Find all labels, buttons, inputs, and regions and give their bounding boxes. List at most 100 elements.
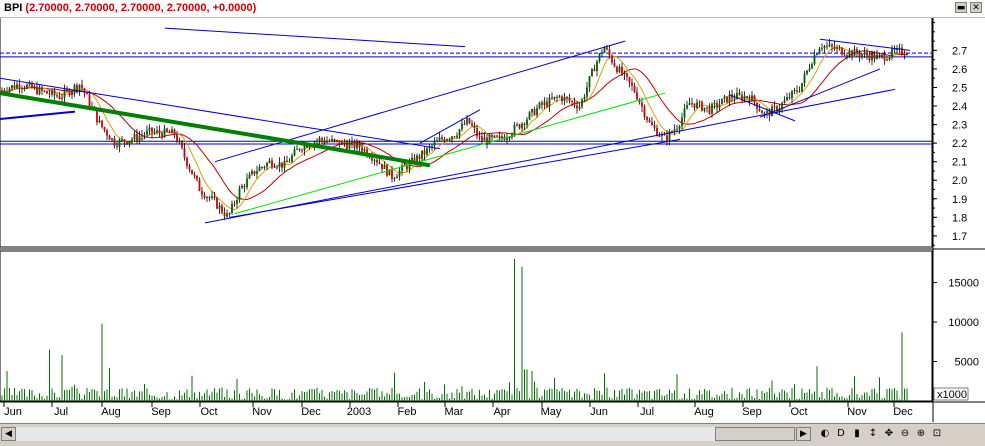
date-tick-label: May (541, 406, 562, 418)
candle-body (873, 53, 876, 60)
candle-body (458, 129, 461, 136)
candle-body (483, 137, 486, 141)
price-tick-label: 2.5 (952, 82, 967, 94)
candle-body (763, 113, 766, 115)
pan-vertical-icon[interactable]: ↕ (866, 427, 880, 441)
candle-body (341, 141, 343, 146)
close-button[interactable]: ✕ (970, 2, 982, 13)
candle-body (813, 54, 816, 65)
candle-body (271, 160, 273, 167)
candle-body (336, 139, 338, 141)
candle-body (36, 86, 38, 94)
candle-body (628, 76, 631, 83)
candle-body (83, 88, 86, 94)
zoom-reset-icon[interactable]: ◐ (818, 427, 832, 441)
pan-all-icon[interactable]: ✥ (882, 427, 896, 441)
candle-body (18, 84, 21, 89)
candle-body (66, 89, 68, 91)
candle-body (523, 123, 526, 126)
candle-body (253, 171, 256, 174)
candle-body (653, 125, 656, 128)
daily-period-icon[interactable]: D (834, 427, 848, 441)
candle-body (683, 108, 686, 118)
candle-body (321, 138, 323, 141)
candle-body (203, 194, 206, 198)
date-tick-label: Jul (640, 406, 654, 418)
candle-body (446, 139, 448, 142)
candle-body (16, 84, 18, 89)
candle-body (808, 68, 811, 71)
candle-body (718, 104, 721, 108)
candle-body (883, 54, 886, 61)
candle-body (51, 90, 53, 95)
candle-body (558, 96, 561, 98)
zoom-out-icon[interactable]: ⊖ (898, 427, 912, 441)
candle-body (858, 53, 861, 57)
price-tick-label: 2.7 (952, 45, 967, 57)
scroll-left-button[interactable]: ◀ (1, 427, 16, 441)
candle-body (601, 52, 603, 54)
candle-body (708, 106, 711, 114)
candle-body (581, 99, 583, 107)
candle-body (853, 49, 856, 57)
candle-body (356, 142, 358, 149)
candle-body (591, 68, 593, 77)
date-tick-label: Jun (4, 406, 22, 418)
chart-type-icon[interactable]: ▮ (850, 427, 864, 441)
candle-body (536, 108, 538, 116)
candle-body (751, 95, 753, 102)
candle-body (533, 109, 536, 116)
candle-body (318, 138, 321, 141)
candle-body (438, 137, 441, 141)
candle-body (563, 96, 566, 102)
chart-canvas: 1.7 1.8 1.9 2.0 2.1 2.2 2.3 2.4 2.5 2.6 2.7 5000 100… (0, 16, 985, 422)
candle-body (328, 141, 331, 143)
candle-body (871, 53, 873, 61)
candle-body (723, 96, 726, 99)
candle-body (206, 196, 208, 198)
candle-body (141, 135, 143, 137)
candle-body (481, 136, 483, 141)
candle-body (816, 54, 818, 56)
candle-body (223, 212, 226, 217)
candle-body (773, 106, 776, 108)
date-tick-label: 2003 (347, 406, 371, 418)
candle-body (256, 171, 258, 174)
candle-body (273, 166, 276, 168)
candle-body (491, 134, 493, 137)
lock-icon[interactable]: ⊡ (930, 427, 944, 441)
candle-body (633, 85, 636, 92)
candle-body (118, 139, 121, 148)
candle-body (263, 166, 266, 168)
candle-body (906, 54, 908, 56)
candle-body (386, 164, 388, 176)
candle-body (128, 141, 131, 145)
candle-body (81, 84, 83, 89)
candle-body (631, 82, 633, 86)
scroll-thumb[interactable] (715, 427, 795, 441)
candle-body (11, 85, 13, 89)
candle-body (748, 98, 751, 102)
candle-body (158, 130, 161, 134)
candle-body (423, 150, 426, 155)
candle-body (443, 138, 446, 142)
volume-tick-label: 5000 (955, 357, 979, 369)
scroll-right-button[interactable]: ▶ (796, 427, 811, 441)
candle-body (131, 139, 133, 142)
candle-body (358, 142, 361, 148)
date-tick-label: Jun (590, 406, 608, 418)
zoom-in-icon[interactable]: ⊕ (914, 427, 928, 441)
candle-body (61, 97, 63, 100)
price-tick-label: 2.2 (952, 138, 967, 150)
candle-body (351, 141, 353, 144)
minimize-button[interactable]: ▬ (955, 2, 967, 13)
candle-body (701, 101, 703, 111)
horizontal-scrollbar[interactable]: ◀ ▶ ◐ D ▮ ↕ ✥ ⊖ ⊕ ⊡ (0, 423, 985, 446)
candle-body (401, 165, 403, 171)
scroll-track[interactable] (16, 427, 794, 441)
candle-body (436, 140, 438, 142)
candle-body (793, 90, 796, 92)
candle-body (878, 54, 881, 56)
candle-body (86, 93, 88, 95)
price-tick-label: 1.7 (952, 231, 967, 243)
